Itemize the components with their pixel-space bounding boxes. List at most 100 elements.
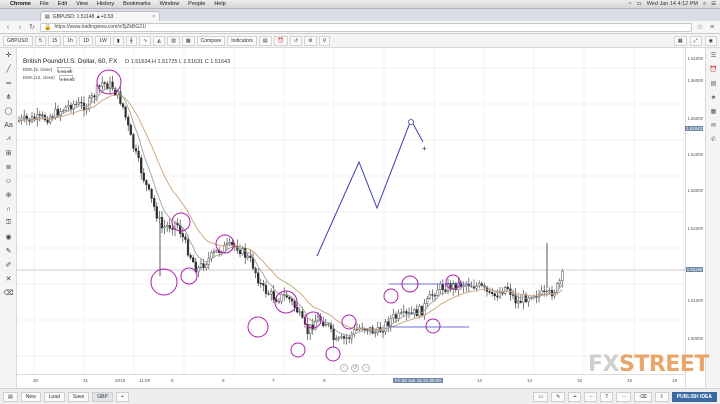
menu-view[interactable]: View xyxy=(76,1,88,7)
candle-body xyxy=(140,157,143,174)
data-window-icon[interactable]: ▤ xyxy=(706,76,720,90)
gbp-tab[interactable]: GBP xyxy=(92,391,113,402)
more-options-icon[interactable]: ⋯ xyxy=(616,391,632,402)
close-tab-icon[interactable]: × xyxy=(152,14,155,20)
interval-1d[interactable]: 1D xyxy=(78,35,94,46)
ideas-icon[interactable]: ✉ xyxy=(706,118,720,132)
menu-people[interactable]: People xyxy=(188,1,205,7)
forward-icon[interactable]: › xyxy=(16,24,24,31)
horizontal-line-icon[interactable]: ═ xyxy=(0,76,17,90)
alert-icon[interactable]: ⏰ xyxy=(273,35,288,46)
magnet-icon[interactable]: ∩ xyxy=(0,202,17,216)
cross-tool-icon[interactable]: ✕ xyxy=(0,272,17,286)
lock-drawings-icon[interactable]: ⚿ xyxy=(0,216,17,230)
eye-icon[interactable]: ◉ xyxy=(0,230,17,244)
brush-icon[interactable]: ✎ xyxy=(0,244,17,258)
text-style-icon[interactable]: T xyxy=(600,391,614,402)
candle-body xyxy=(163,226,166,229)
interval-1h[interactable]: 1h xyxy=(63,35,77,46)
renko-icon[interactable]: ▦ xyxy=(181,35,195,46)
ema-fast-legend[interactable]: EMA (5, close) 1.51.68 xyxy=(23,66,230,74)
template-icon[interactable]: ▤ xyxy=(258,35,272,46)
zoom-icon[interactable]: ⊕ xyxy=(0,188,17,202)
area-style-icon[interactable]: ◭ xyxy=(153,35,166,46)
candle-body xyxy=(337,337,340,339)
layout-icon[interactable]: ▦ xyxy=(673,35,687,46)
ellipse-icon[interactable]: ◯ xyxy=(0,104,17,118)
menu-edit[interactable]: Edit xyxy=(58,1,67,7)
menu-file[interactable]: File xyxy=(40,1,49,7)
heikin-icon[interactable]: ▥ xyxy=(167,35,180,46)
hotlist-icon[interactable]: ★ xyxy=(706,90,720,104)
line-width-icon[interactable]: ━ xyxy=(568,391,582,402)
reload-icon[interactable]: ↻ xyxy=(28,23,36,31)
publish-idea-button[interactable]: PUBLISH IDEA xyxy=(671,391,717,402)
remove-icon[interactable]: ⌫ xyxy=(634,391,652,402)
scroll-right-icon[interactable]: › xyxy=(362,364,370,372)
time-label: 8 xyxy=(323,378,326,383)
browser-tab[interactable]: ▤ GBPUSD: 1.51148 ▲+0.53 × xyxy=(40,11,160,21)
fib-icon[interactable]: ≣ xyxy=(0,160,17,174)
pattern-icon[interactable]: ⩘ xyxy=(0,132,17,146)
save-button[interactable]: Save xyxy=(67,391,90,402)
price-axis[interactable]: 1.51000 1.56000 1.55000 1.51643 1.54000 … xyxy=(685,48,705,388)
draw-style-icon[interactable]: ✎ xyxy=(551,391,566,402)
pin-icon[interactable]: ⚲ xyxy=(318,35,331,46)
calendar-icon[interactable]: ▦ xyxy=(706,104,720,118)
battery-icon[interactable]: ▭ xyxy=(637,1,642,7)
load-button[interactable]: Load xyxy=(43,391,65,402)
candle-body xyxy=(69,104,73,110)
symbol-input[interactable]: GBPUSD xyxy=(3,35,33,46)
new-button[interactable]: New xyxy=(20,391,41,402)
screen-icon[interactable]: ▭ xyxy=(533,391,549,402)
crosshair-price-label: 1.51643 xyxy=(685,126,703,131)
back-icon[interactable]: ‹ xyxy=(4,24,12,31)
replay-icon[interactable]: ↺ xyxy=(289,35,303,46)
indicators-button[interactable]: Indicators xyxy=(227,35,257,46)
wifi-icon[interactable]: ◔ xyxy=(628,1,631,7)
time-axis[interactable]: 30 31 2015 11:00 5 6 7 8 Fri 09 Jan 15 2… xyxy=(17,374,685,388)
reset-zoom-icon[interactable]: ↺ xyxy=(351,364,359,372)
scroll-left-icon[interactable]: ‹ xyxy=(340,364,348,372)
candle-body xyxy=(288,296,291,300)
bar-style-icon[interactable]: ▮ xyxy=(112,35,124,46)
settings-icon[interactable]: ⚙ xyxy=(304,35,317,46)
list-icon[interactable]: ☰ xyxy=(711,1,716,7)
text-tool-icon[interactable]: Aa xyxy=(0,118,17,132)
menu-window[interactable]: Window xyxy=(160,1,180,7)
chart-list-icon[interactable]: ▤ xyxy=(3,391,18,402)
watchlist-icon[interactable]: ☰ xyxy=(706,48,720,62)
interval-1w[interactable]: 1W xyxy=(95,35,111,46)
alerts-icon[interactable]: ⏰ xyxy=(706,62,720,76)
ema-slow-legend[interactable]: EMA (12, close) 1.51.52 xyxy=(23,74,230,82)
chat-icon[interactable]: ✆ xyxy=(706,132,720,146)
menu-help[interactable]: Help xyxy=(214,1,225,7)
trendline-icon[interactable]: ╱ xyxy=(0,62,17,76)
search-icon[interactable]: ⌕ xyxy=(703,1,706,8)
line-style-select[interactable]: ┄ xyxy=(584,391,598,402)
candlestick-plot[interactable]: + xyxy=(17,48,685,374)
url-field[interactable]: 🔒 https://www.tradingview.com/v/5jZkBG21… xyxy=(40,22,692,32)
candle-style-icon[interactable]: ╫ xyxy=(125,35,138,46)
pen-icon[interactable]: ✐ xyxy=(0,258,17,272)
share-icon[interactable]: ⇪ xyxy=(654,391,669,402)
icon-tool-icon[interactable]: ☺ xyxy=(0,174,17,188)
compare-button[interactable]: Compare xyxy=(196,35,226,46)
pitchfork-icon[interactable]: ⋔ xyxy=(0,90,17,104)
menu-history[interactable]: History xyxy=(97,1,114,7)
menu-icon[interactable]: ≡ xyxy=(708,24,716,31)
trash-icon[interactable]: ⌫ xyxy=(0,286,17,300)
fullscreen-icon[interactable]: ⤢ xyxy=(689,35,702,46)
clock[interactable]: Wed Jan 14 4:12 PM xyxy=(647,1,698,7)
menu-bookmarks[interactable]: Bookmarks xyxy=(123,1,151,7)
price-chart[interactable]: British Pound/U.S. Dollar, 60, FX O 1.51… xyxy=(17,48,685,388)
add-tab-icon[interactable]: + xyxy=(115,391,129,402)
interval-5[interactable]: 5 xyxy=(35,35,46,46)
star-icon[interactable]: ☆ xyxy=(696,23,704,31)
menu-chrome[interactable]: Chrome xyxy=(10,1,31,7)
interval-15[interactable]: 15 xyxy=(47,35,62,46)
snapshot-icon[interactable]: ◉ xyxy=(704,35,717,46)
line-style-icon[interactable]: ∿ xyxy=(139,35,152,46)
crosshair-icon[interactable]: ✛ xyxy=(0,48,17,62)
measure-icon[interactable]: ⊞ xyxy=(0,146,17,160)
